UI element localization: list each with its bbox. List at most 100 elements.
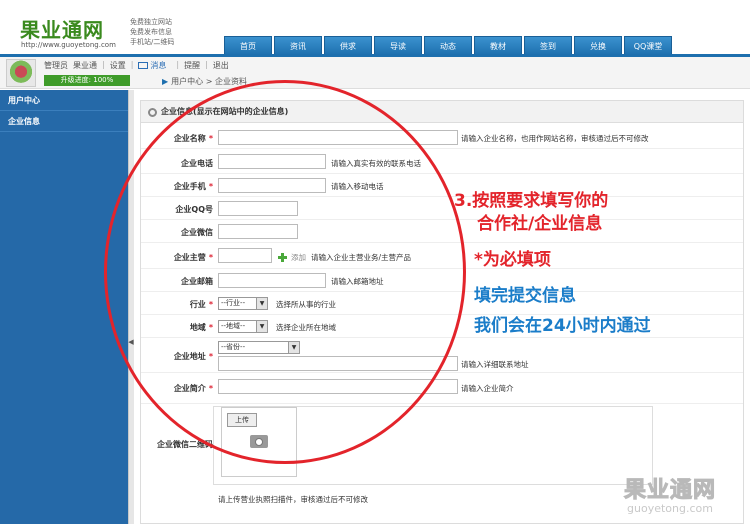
nav-qq-class[interactable]: QQ课堂 [624,36,672,56]
separator: | [130,60,134,69]
required-mark: * [208,323,213,332]
nav-news[interactable]: 资讯 [274,36,322,56]
upgrade-progress-bar: 升级进度: 100% [44,75,130,86]
business-label: 企业主营 * [174,252,213,263]
company-name-input[interactable] [218,130,458,145]
annotation-required-note: *为必填项 [474,250,551,270]
sidebar-item-company-info[interactable]: 企业信息 [0,111,128,132]
region-hint: 选择企业所在地域 [276,323,336,332]
label-text: 行业 [189,300,206,309]
collapse-sidebar-icon[interactable]: ◀ [128,335,134,349]
intro-label: 企业简介 * [174,383,213,394]
province-select[interactable]: --省份-- ▼ [218,341,300,354]
remind-link[interactable]: 提醒 [184,60,200,71]
email-input[interactable] [218,273,326,288]
breadcrumb-text[interactable]: 用户中心 > 企业资料 [171,77,247,86]
tagline: 手机站/二维码 [130,38,175,46]
main-nav: 首页 资讯 供求 导读 动态 教材 签到 兑换 QQ课堂 [224,36,674,56]
section-title: 企业信息(显示在网站中的企业信息) [141,101,743,123]
section-title-text: 企业信息(显示在网站中的企业信息) [161,107,289,116]
chevron-down-icon: ▼ [256,321,267,332]
row-industry: 行业 * --行业-- ▼ 选择所从事的行业 [141,293,743,315]
site-logo[interactable]: 果业通网 [20,14,104,43]
messages-label: 消息 [150,61,167,70]
business-input[interactable] [218,248,272,263]
region-label: 地域 * [190,322,213,333]
avatar[interactable] [6,59,36,87]
user-bar: 管理员 果业通 | 设置 | 消息 | 提醒 | 退出 升级进度: 100% ▶… [0,57,750,89]
required-mark: * [208,182,213,191]
phone-label: 企业电话 [181,158,213,169]
business-hint: 请输入企业主营业务/主营产品 [311,253,412,262]
company-name-label: 企业名称 * [174,133,213,144]
email-hint: 请输入邮箱地址 [331,277,384,286]
row-business: 企业主营 * 添加 请输入企业主营业务/主营产品 [141,244,743,269]
site-url: http://www.guoyetong.com [21,41,116,49]
address-input[interactable] [218,356,458,371]
wechat-input[interactable] [218,224,298,239]
address-label: 企业地址 * [174,351,213,362]
row-region: 地域 * --地域-- ▼ 选择企业所在地域 [141,316,743,338]
nav-updates[interactable]: 动态 [424,36,472,56]
row-mobile: 企业手机 * 请输入移动电话 [141,175,743,197]
wechat-label: 企业微信 [181,227,213,238]
sidebar-divider [128,90,134,524]
watermark: 果业通网 guoyetong.com [623,472,716,516]
label-text: 企业电话 [181,159,213,168]
annotation-step-detail: 合作社/企业信息 [477,214,603,234]
region-select[interactable]: --地域-- ▼ [218,320,268,333]
header: 果业通网 http://www.guoyetong.com 免费独立网站 免费发… [0,0,750,56]
breadcrumb-arrow-icon: ▶ [162,77,169,86]
sidebar-item-user-center[interactable]: 用户中心 [0,90,128,111]
nav-checkin[interactable]: 签到 [524,36,572,56]
license-hint: 请上传营业执照扫描件，审核通过后不可修改 [218,495,368,504]
label-text: 企业地址 [173,352,206,361]
messages-link[interactable]: 消息 [138,60,171,71]
qq-label: 企业QQ号 [175,204,213,215]
plus-icon[interactable] [278,253,287,262]
select-value: --行业-- [221,299,246,307]
separator: | [176,60,180,69]
mobile-input[interactable] [218,178,326,193]
settings-link[interactable]: 设置 [110,60,126,71]
row-email: 企业邮箱 请输入邮箱地址 [141,270,743,292]
tagline: 免费发布信息 [130,28,172,36]
select-value: --地域-- [221,322,246,330]
user-links: 管理员 果业通 | 设置 | 消息 | 提醒 | 退出 [44,60,234,71]
email-label: 企业邮箱 [181,276,213,287]
nav-redeem[interactable]: 兑换 [574,36,622,56]
upload-button[interactable]: 上传 [227,413,257,427]
sidebar: 用户中心 企业信息 [0,90,128,524]
qq-input[interactable] [218,201,298,216]
label-text: 企业主营 [173,253,206,262]
address-hint: 请输入详细联系地址 [461,360,529,369]
phone-input[interactable] [218,154,326,169]
qrcode-upload-box[interactable]: 上传 [221,407,297,477]
tagline: 免费独立网站 [130,18,172,26]
username[interactable]: 果业通 [73,60,97,71]
phone-hint: 请输入真实有效的联系电话 [331,159,421,168]
nav-home[interactable]: 首页 [224,36,272,56]
company-name-hint: 请输入企业名称，也用作网站名称，审核通过后不可修改 [461,134,649,143]
row-qq: 企业QQ号 [141,198,743,220]
annotation-submit: 填完提交信息 [474,286,576,306]
required-mark: * [208,253,213,262]
industry-label: 行业 * [190,299,213,310]
label-text: 企业名称 [173,134,206,143]
logout-link[interactable]: 退出 [213,60,229,71]
breadcrumb: ▶ 用户中心 > 企业资料 [162,76,247,87]
separator: | [205,60,208,69]
nav-tutorials[interactable]: 教材 [474,36,522,56]
label-text: 企业邮箱 [181,277,213,286]
intro-input[interactable] [218,379,458,394]
annotation-step: 3.按照要求填写你的 [454,191,609,211]
nav-guide[interactable]: 导读 [374,36,422,56]
mobile-label: 企业手机 * [174,181,213,192]
add-business-button[interactable]: 添加 [291,252,306,263]
intro-hint: 请输入企业简介 [461,384,514,393]
nav-supply[interactable]: 供求 [324,36,372,56]
camera-icon [250,435,268,448]
watermark-url: guoyetong.com [627,502,713,515]
industry-select[interactable]: --行业-- ▼ [218,297,268,310]
separator: | [102,60,105,69]
